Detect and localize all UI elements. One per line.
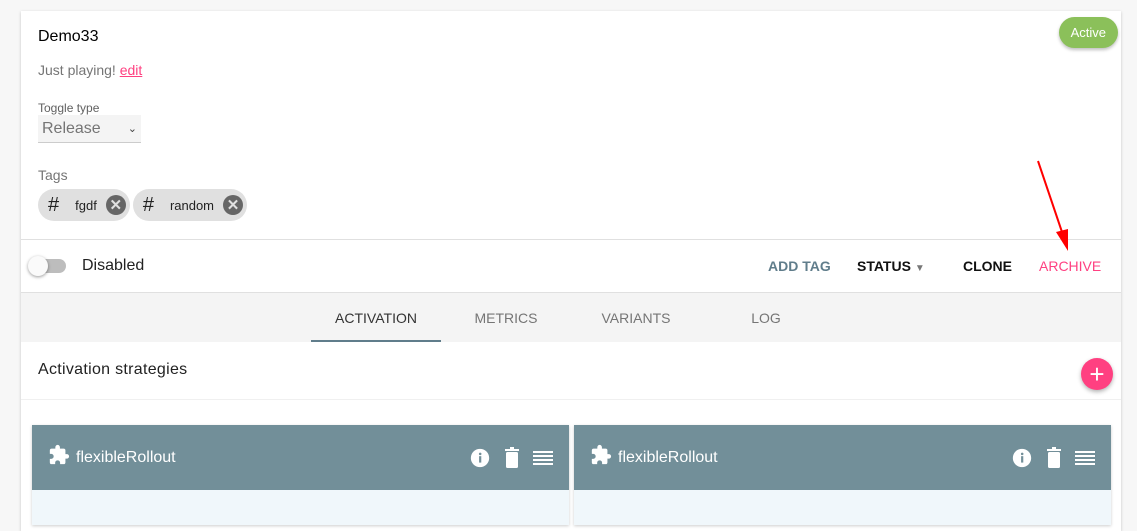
hash-icon: # bbox=[142, 193, 154, 216]
edit-link[interactable]: edit bbox=[120, 62, 143, 78]
tag-label: fgdf bbox=[75, 197, 97, 213]
add-tag-button[interactable]: ADD TAG bbox=[768, 258, 831, 274]
tags-label: Tags bbox=[38, 167, 68, 183]
tab-metrics[interactable]: METRICS bbox=[441, 293, 571, 342]
divider bbox=[21, 399, 1121, 400]
caret-down-icon: ▼ bbox=[914, 263, 925, 274]
strategy-name: flexibleRollout bbox=[618, 448, 718, 466]
status-badge: Active bbox=[1058, 17, 1118, 48]
delete-icon[interactable] bbox=[1045, 446, 1063, 469]
puzzle-icon bbox=[48, 444, 70, 471]
toggle-type-select[interactable]: Release ⌄ bbox=[38, 115, 141, 143]
strategy-card: flexibleRollout bbox=[32, 425, 569, 525]
tab-activation[interactable]: ACTIVATION bbox=[311, 293, 441, 342]
section-title: Activation strategies bbox=[38, 361, 188, 378]
tag-chip: # random ✕ bbox=[132, 189, 248, 221]
tag-list: # fgdf ✕ # random ✕ bbox=[38, 189, 248, 221]
status-button[interactable]: STATUS ▼ bbox=[857, 258, 925, 274]
description: Just playing! edit bbox=[38, 62, 142, 78]
enabled-switch[interactable] bbox=[28, 256, 66, 276]
toggle-type-value: Release bbox=[42, 119, 101, 137]
delete-icon[interactable] bbox=[503, 446, 521, 469]
drag-handle-icon[interactable] bbox=[533, 450, 553, 466]
add-strategy-button[interactable]: + bbox=[1081, 358, 1113, 390]
toggle-name: Demo33 bbox=[38, 28, 99, 45]
remove-tag-icon[interactable]: ✕ bbox=[105, 195, 126, 215]
tab-bar: ACTIVATION METRICS VARIANTS LOG bbox=[21, 293, 1121, 342]
enabled-label: Disabled bbox=[82, 257, 145, 274]
strategy-header: flexibleRollout bbox=[32, 425, 569, 490]
clone-button[interactable]: CLONE bbox=[963, 258, 1012, 274]
chevron-down-icon: ⌄ bbox=[127, 123, 137, 135]
switch-knob bbox=[28, 256, 48, 276]
tag-label: random bbox=[169, 197, 215, 213]
archive-button[interactable]: ARCHIVE bbox=[1039, 258, 1101, 274]
strategy-name: flexibleRollout bbox=[76, 448, 176, 466]
strategy-header: flexibleRollout bbox=[574, 425, 1111, 490]
description-text: Just playing! bbox=[38, 62, 116, 78]
info-icon[interactable] bbox=[1011, 447, 1033, 469]
tab-variants[interactable]: VARIANTS bbox=[571, 293, 701, 342]
puzzle-icon bbox=[590, 444, 612, 471]
plus-icon: + bbox=[1089, 358, 1105, 389]
divider bbox=[21, 239, 1121, 240]
toggle-type-label: Toggle type bbox=[38, 101, 100, 115]
strategy-card: flexibleRollout bbox=[574, 425, 1111, 525]
feature-toggle-card: Demo33 Active Just playing! edit Toggle … bbox=[21, 11, 1121, 531]
tab-log[interactable]: LOG bbox=[701, 293, 831, 342]
remove-tag-icon[interactable]: ✕ bbox=[223, 195, 244, 215]
status-label: STATUS bbox=[857, 258, 911, 274]
hash-icon: # bbox=[48, 193, 60, 216]
drag-handle-icon[interactable] bbox=[1075, 450, 1095, 466]
info-icon[interactable] bbox=[469, 447, 491, 469]
tag-chip: # fgdf ✕ bbox=[38, 189, 130, 221]
